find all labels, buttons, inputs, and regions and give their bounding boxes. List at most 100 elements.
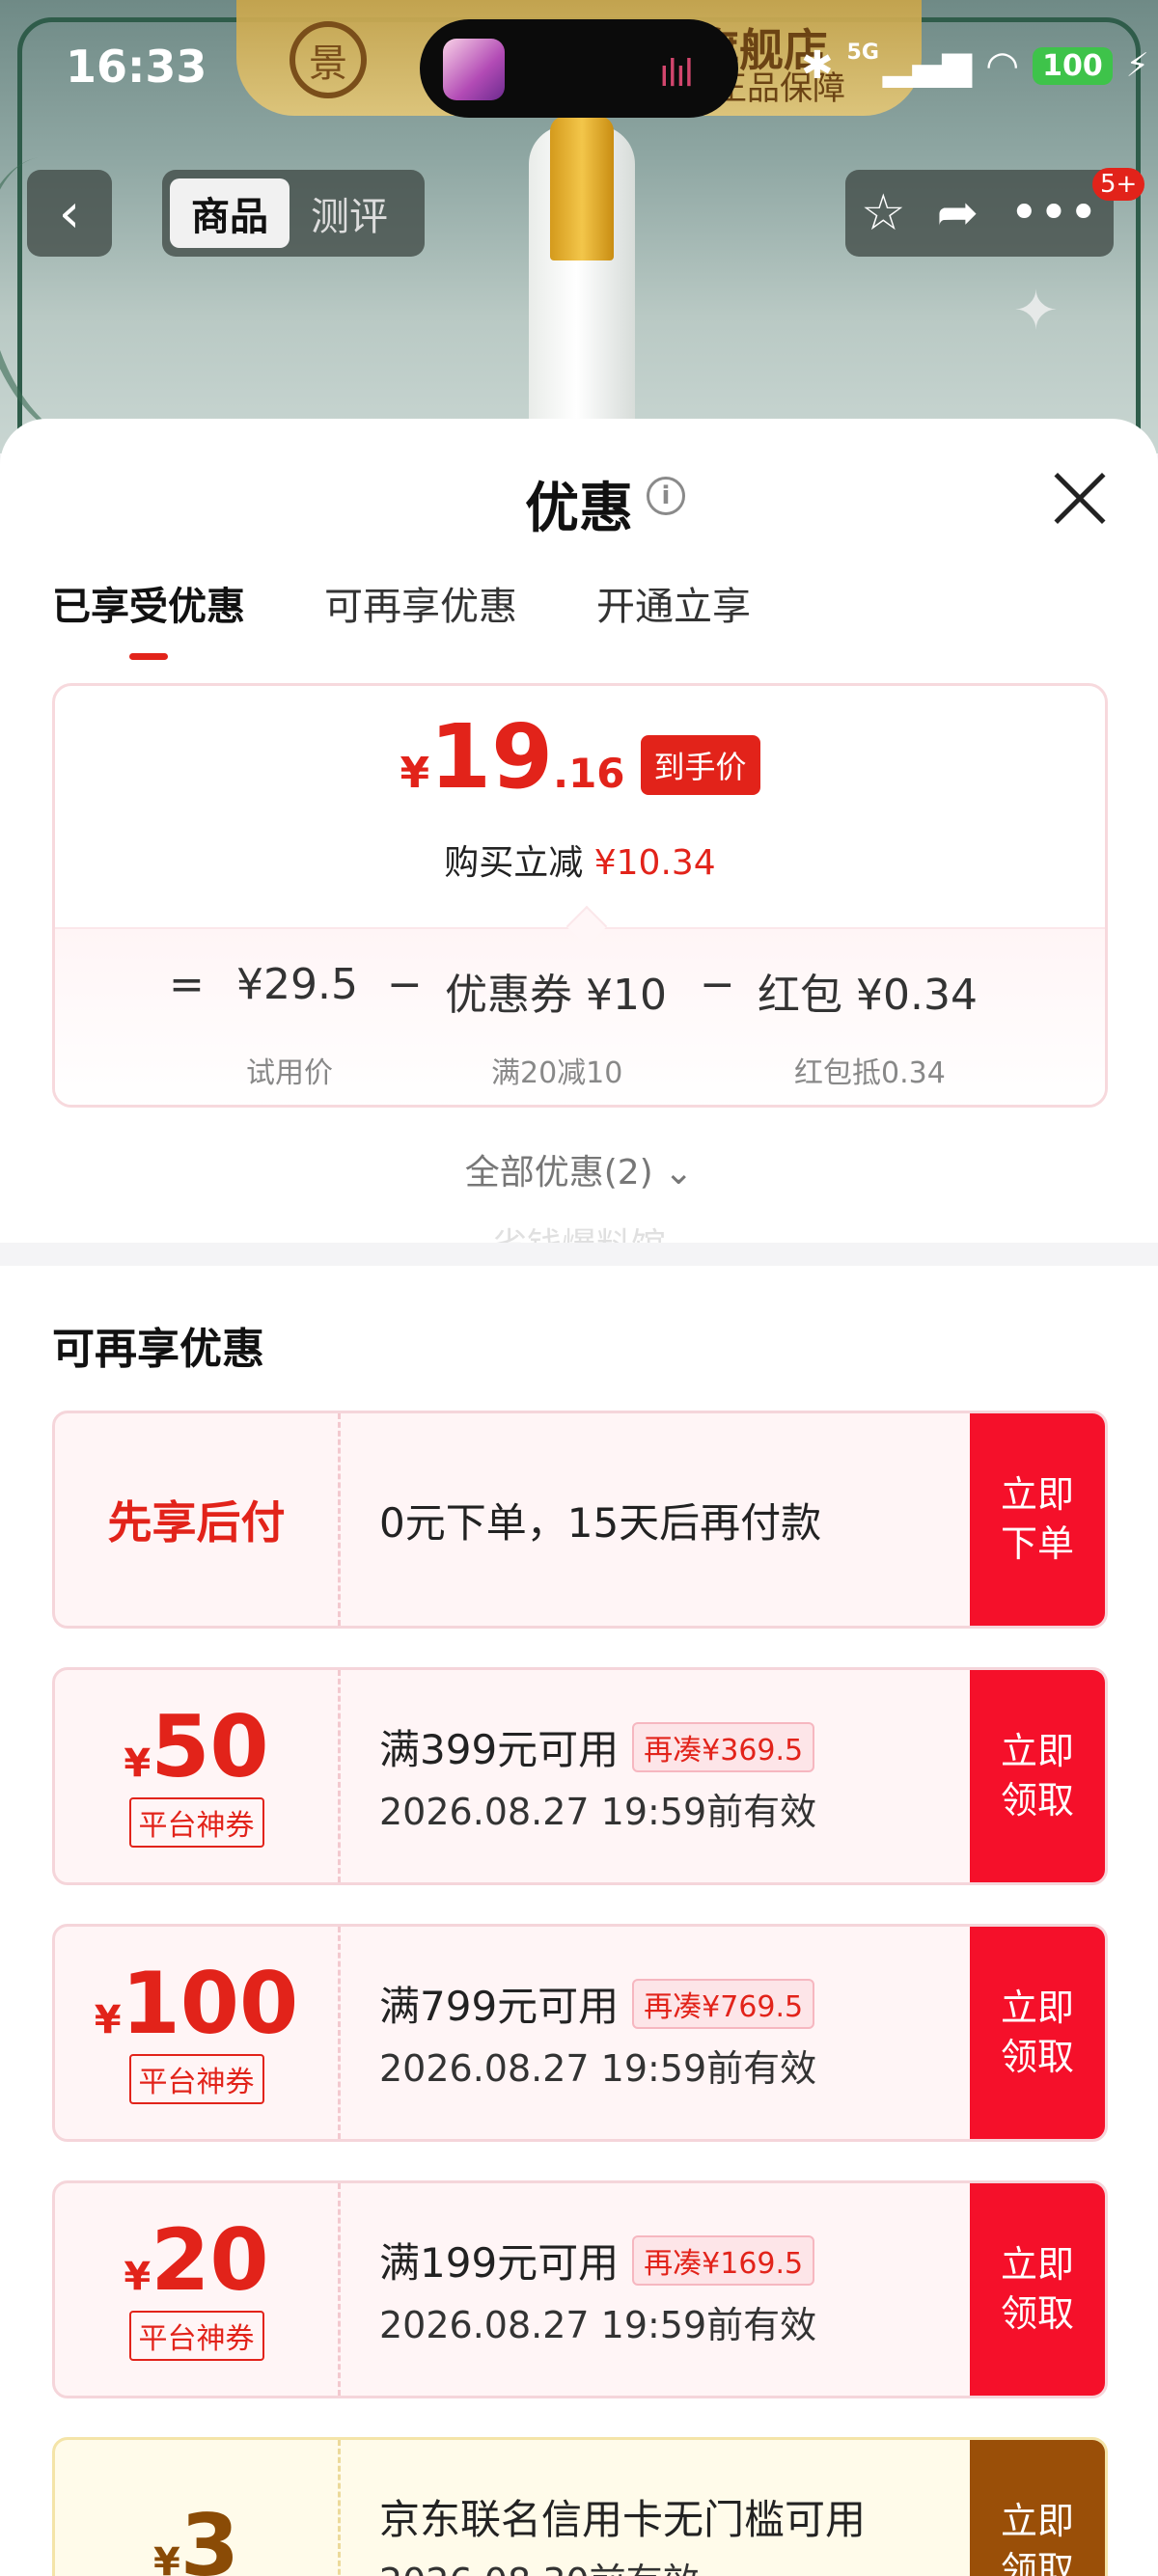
- coupon-left: 先享后付: [55, 1413, 341, 1626]
- coupon-left: ¥50 平台神券: [55, 1670, 341, 1882]
- coupon-condition-row: 满799元可用 再凑¥769.5: [379, 1974, 816, 2033]
- offers-sheet: 优惠 i 已享受优惠 可再享优惠 开通立享 ¥ 19 .16 到手价 购买立减 …: [0, 419, 1158, 2576]
- sheet-title: 优惠: [525, 478, 633, 540]
- music-app-icon: [443, 39, 505, 100]
- claim-button[interactable]: 立即领取: [970, 1927, 1105, 2139]
- claim-button[interactable]: 立即领取: [970, 1670, 1105, 1882]
- status-icons: ✱ 5G ▂▄▆ ◠ 100 ⚡: [801, 39, 1149, 93]
- signal-icon: ▂▄▆: [882, 43, 973, 88]
- coupon-info: 满399元可用 再凑¥369.5 2026.08.27 19:59前有效: [379, 1670, 816, 1882]
- coupon-expiry: 2026.08.27 19:59前有效: [379, 2304, 817, 2346]
- section-divider: [0, 1243, 1158, 1266]
- product-segment-control: 商品 测评: [162, 170, 425, 257]
- label-coupon: 满20减10: [491, 1056, 623, 1090]
- coupon-shortfall: 再凑¥169.5: [632, 2234, 815, 2286]
- final-price: ¥ 19 .16 到手价: [55, 713, 1105, 805]
- coupon-info: 0元下单，15天后再付款: [379, 1413, 821, 1626]
- coupon-platform-50: ¥50 平台神券 满399元可用 再凑¥369.5 2026.08.27 19:5…: [52, 1667, 1108, 1885]
- bird-decoration-icon: ✦: [1013, 280, 1059, 343]
- charging-icon: ⚡: [1125, 46, 1149, 85]
- pay-later-title: 先享后付: [107, 1496, 286, 1548]
- coupon-platform-20: ¥20 平台神券 满199元可用 再凑¥169.5 2026.08.27 19:5…: [52, 2180, 1108, 2398]
- coupon-platform-100: ¥100 平台神券 满799元可用 再凑¥769.5 2026.08.27 19:…: [52, 1924, 1108, 2142]
- info-icon[interactable]: i: [647, 477, 685, 515]
- status-bar: 16:33 ılıl ✱ 5G ▂▄▆ ◠ 100 ⚡: [0, 0, 1158, 145]
- bluetooth-icon: ✱: [801, 43, 834, 88]
- coupon-amount: ¥100: [95, 1961, 299, 2046]
- currency-symbol: ¥: [400, 749, 430, 798]
- coupon-amount: ¥20: [124, 2218, 268, 2303]
- claim-button[interactable]: 立即领取: [970, 2440, 1105, 2576]
- coupon-currency: ¥: [124, 1741, 152, 1786]
- coupon-info: 京东联名信用卡无门槛可用 2026.08.30前有效: [379, 2440, 866, 2576]
- coupon-tag: 平台神券: [128, 1797, 264, 1848]
- coupon-desc: 0元下单，15天后再付款: [379, 1498, 822, 1547]
- back-button[interactable]: ‹: [27, 170, 112, 257]
- coupon-condition: 满199元可用: [379, 2239, 620, 2287]
- coupon-pay-later: 先享后付 0元下单，15天后再付款 立即下单: [52, 1411, 1108, 1629]
- coupon-currency: ¥: [152, 2540, 180, 2576]
- coupon-credit-card: ¥3 京东联名信用卡无门槛可用 2026.08.30前有效 立即领取: [52, 2437, 1108, 2576]
- wifi-icon: ◠: [985, 43, 1020, 88]
- formula-coupon: 优惠券 ¥10: [445, 971, 667, 1020]
- formula-equals: =: [169, 960, 205, 1009]
- coupon-left: ¥20 平台神券: [55, 2183, 341, 2396]
- more-icon[interactable]: •••: [1009, 184, 1098, 242]
- segment-review[interactable]: 测评: [290, 178, 409, 248]
- chevron-left-icon: ‹: [58, 181, 81, 245]
- price-decimal: .16: [553, 750, 625, 797]
- all-offers-toggle[interactable]: 全部优惠(2) ⌄: [0, 1144, 1158, 1194]
- coupon-condition: 满399元可用: [379, 1726, 620, 1773]
- status-time: 16:33: [66, 41, 207, 93]
- coupon-value: 50: [151, 1697, 269, 1796]
- price-integer: 19: [429, 705, 554, 808]
- network-type: 5G: [846, 40, 879, 65]
- coupon-expiry: 2026.08.30前有效: [379, 2552, 866, 2576]
- coupon-info: 满199元可用 再凑¥169.5 2026.08.27 19:59前有效: [379, 2183, 816, 2396]
- label-trial: 试用价: [246, 1056, 333, 1090]
- product-bottle-image: [529, 116, 635, 453]
- coupon-amount: ¥50: [124, 1705, 268, 1790]
- price-summary-card: ¥ 19 .16 到手价 购买立减 ¥10.34 = ¥29.5 − 优惠券 ¥…: [52, 683, 1108, 1108]
- coupon-amount: ¥3: [153, 2504, 239, 2576]
- instant-reduction: 购买立减 ¥10.34: [55, 835, 1105, 885]
- audio-wave-icon: ılıl: [659, 52, 694, 95]
- formula-minus-2: −: [700, 960, 735, 1009]
- order-now-button[interactable]: 立即下单: [970, 1413, 1105, 1626]
- chevron-down-icon: ⌄: [664, 1153, 694, 1192]
- coupon-condition: 京东联名信用卡无门槛可用: [379, 2496, 867, 2543]
- all-offers-label: 全部优惠(2): [464, 1153, 653, 1192]
- close-icon[interactable]: [1050, 469, 1108, 527]
- coupon-info: 满799元可用 再凑¥769.5 2026.08.27 19:59前有效: [379, 1927, 816, 2139]
- coupon-tag: 平台神券: [128, 2054, 264, 2104]
- coupon-value: 100: [121, 1954, 299, 2053]
- claim-button[interactable]: 立即领取: [970, 2183, 1105, 2396]
- coupon-shortfall: 再凑¥369.5: [632, 1721, 815, 1772]
- formula-trial-price: ¥29.5: [236, 960, 358, 1009]
- reduction-label: 购买立减: [444, 843, 584, 883]
- product-actions: ☆ ➦ •••: [845, 170, 1114, 257]
- coupon-value: 20: [151, 2210, 269, 2310]
- coupon-tag: 平台神券: [128, 2311, 264, 2361]
- final-price-tag: 到手价: [640, 735, 760, 795]
- tab-more-offers[interactable]: 可再享优惠: [324, 575, 517, 660]
- label-redpacket: 红包抵0.34: [794, 1056, 946, 1090]
- more-offers-title: 可再享优惠: [52, 1325, 264, 1374]
- offer-tabs: 已享受优惠 可再享优惠 开通立享: [52, 575, 751, 660]
- share-icon[interactable]: ➦: [937, 184, 979, 242]
- tab-activate-offers[interactable]: 开通立享: [596, 575, 751, 660]
- coupon-condition: 满799元可用: [379, 1983, 620, 2030]
- notification-badge: 5+: [1092, 168, 1145, 201]
- coupon-left: ¥100 平台神券: [55, 1927, 341, 2139]
- segment-product[interactable]: 商品: [170, 178, 290, 248]
- formula-minus-1: −: [387, 960, 423, 1009]
- coupon-expiry: 2026.08.27 19:59前有效: [379, 1791, 817, 1833]
- coupon-condition-row: 满399元可用 再凑¥369.5: [379, 1717, 816, 1776]
- coupon-shortfall: 再凑¥769.5: [632, 1978, 815, 2029]
- battery-icon: 100: [1033, 46, 1113, 85]
- coupon-currency: ¥: [94, 1998, 122, 2042]
- dynamic-island[interactable]: ılıl: [420, 19, 738, 118]
- coupon-condition-row: 满199元可用 再凑¥169.5: [379, 2231, 816, 2289]
- tab-enjoyed-offers[interactable]: 已享受优惠: [52, 575, 245, 660]
- star-icon[interactable]: ☆: [861, 184, 906, 242]
